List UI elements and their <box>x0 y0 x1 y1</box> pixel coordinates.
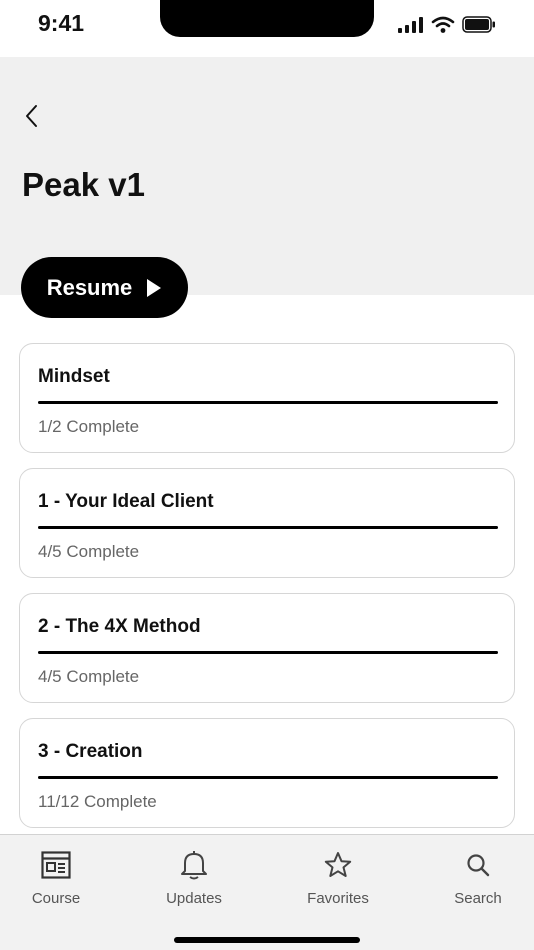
module-status: 4/5 Complete <box>38 542 140 561</box>
module-card-creation[interactable]: 3 - Creation 11/12 Complete <box>19 718 515 828</box>
status-time: 9:41 <box>38 10 85 36</box>
module-progress-bar <box>38 401 498 404</box>
home-indicator <box>174 937 360 943</box>
module-card-4x-method[interactable]: 2 - The 4X Method 4/5 Complete <box>19 593 515 703</box>
module-card-ideal-client[interactable]: 1 - Your Ideal Client 4/5 Complete <box>19 468 515 578</box>
module-progress-fill <box>38 651 498 654</box>
module-status: 11/12 Complete <box>38 792 157 811</box>
tab-label: Search <box>454 890 502 907</box>
module-title: 1 - Your Ideal Client <box>38 491 214 512</box>
tab-bar: Course Updates Favorites Search <box>0 834 534 950</box>
back-button[interactable] <box>18 102 46 130</box>
cellular-signal-icon <box>398 16 423 33</box>
device-notch <box>160 0 374 37</box>
page-title: Peak v1 <box>22 166 145 203</box>
module-title: 3 - Creation <box>38 741 143 762</box>
status-icons <box>398 16 496 33</box>
resume-button-label: Resume <box>46 274 133 300</box>
tab-label: Updates <box>166 890 222 907</box>
module-progress-bar <box>38 776 498 779</box>
module-progress-fill <box>38 776 498 779</box>
tab-course[interactable]: Course <box>6 849 106 907</box>
chevron-left-icon <box>26 105 37 127</box>
bell-icon <box>181 851 207 880</box>
module-progress-fill <box>38 401 498 404</box>
resume-button[interactable]: Resume <box>21 257 188 318</box>
module-progress-fill <box>38 526 498 529</box>
star-icon <box>324 852 352 877</box>
module-list: Mindset 1/2 Complete 1 - Your Ideal Clie… <box>19 343 515 843</box>
course-icon <box>41 851 71 879</box>
module-progress-bar <box>38 651 498 654</box>
module-progress-bar <box>38 526 498 529</box>
status-bar: 9:41 <box>0 0 534 57</box>
module-card-mindset[interactable]: Mindset 1/2 Complete <box>19 343 515 453</box>
tab-label: Course <box>31 890 81 907</box>
tab-label: Favorites <box>307 890 369 907</box>
tab-favorites[interactable]: Favorites <box>288 849 388 907</box>
search-icon <box>467 854 490 877</box>
module-status: 4/5 Complete <box>38 667 140 686</box>
module-title: 2 - The 4X Method <box>38 616 201 637</box>
play-icon <box>147 278 162 297</box>
module-status: 1/2 Complete <box>38 417 140 436</box>
wifi-icon <box>431 16 455 33</box>
tab-updates[interactable]: Updates <box>144 849 244 907</box>
module-title: Mindset <box>38 366 110 387</box>
battery-icon <box>462 16 495 33</box>
tab-search[interactable]: Search <box>428 849 528 907</box>
